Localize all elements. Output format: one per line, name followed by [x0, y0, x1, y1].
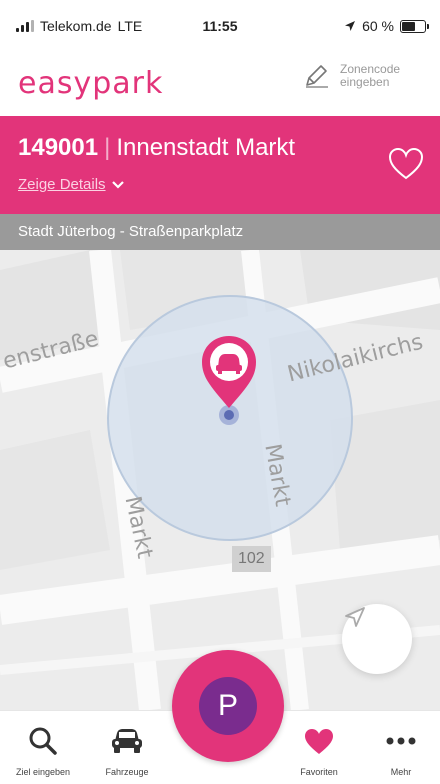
status-right: 60 %	[344, 18, 429, 34]
battery-percent: 60 %	[362, 18, 394, 34]
tab-label: Mehr	[390, 767, 412, 777]
tab-label: Fahrzeuge	[105, 767, 149, 777]
location-arrow-icon	[345, 21, 356, 31]
tab-favorites[interactable]: Favoriten	[284, 711, 354, 784]
battery-level	[402, 21, 416, 31]
parking-icon: P	[199, 677, 257, 735]
favorite-heart-icon[interactable]	[386, 144, 426, 184]
easypark-logo: easypark	[18, 66, 164, 101]
chevron-down-icon	[111, 180, 124, 189]
map-view[interactable]: enstraße Nikolaikirchs Markt Markt 102	[0, 250, 440, 710]
show-details-label: Zeige Details	[18, 176, 106, 193]
tab-vehicles[interactable]: Fahrzeuge	[92, 711, 162, 784]
app-header: easypark Zonencode eingeben	[0, 52, 440, 116]
car-icon	[112, 729, 142, 753]
more-icon	[386, 737, 416, 745]
search-icon	[29, 727, 57, 755]
zone-title: 149001 | Innenstadt Markt	[18, 134, 295, 162]
location-arrow-icon	[345, 607, 365, 627]
tab-label: Favoriten	[300, 767, 338, 777]
tab-search[interactable]: Ziel eingeben	[8, 711, 78, 784]
zone-name: Innenstadt Markt	[116, 134, 296, 161]
start-parking-button[interactable]: P	[172, 650, 284, 762]
zone-title-separator: |	[104, 134, 111, 161]
zone-code-button[interactable]: Zonencode eingeben	[302, 62, 410, 90]
tab-more[interactable]: Mehr	[366, 711, 436, 784]
zone-code: 149001	[18, 134, 99, 161]
battery-icon	[400, 19, 429, 33]
zone-subtitle: Stadt Jüterbog - Straßenparkplatz	[0, 214, 440, 250]
zone-code-label: Zonencode eingeben	[340, 62, 401, 89]
pencil-icon	[306, 65, 328, 88]
tab-label: Ziel eingeben	[15, 767, 71, 777]
show-details-link[interactable]: Zeige Details	[18, 176, 124, 193]
zone-bar: 149001 | Innenstadt Markt Zeige Details	[0, 116, 440, 214]
app-screen: Telekom.de LTE 11:55 60 % easypark Zonen…	[0, 0, 440, 784]
heart-icon	[305, 729, 333, 754]
status-bar: Telekom.de LTE 11:55 60 %	[0, 0, 440, 52]
locate-me-button[interactable]	[342, 604, 412, 674]
road-number-badge: 102	[232, 546, 271, 572]
